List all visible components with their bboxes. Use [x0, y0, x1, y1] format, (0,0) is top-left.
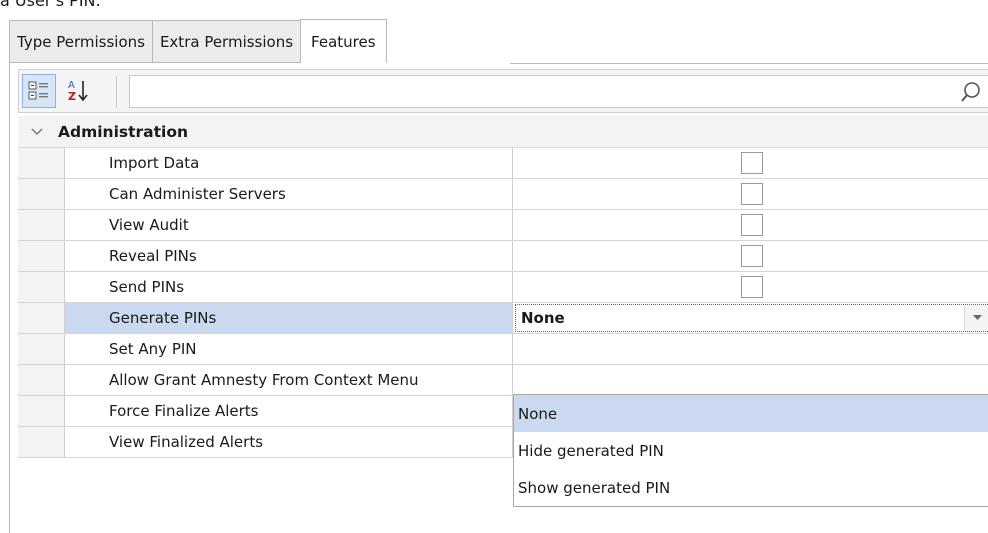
row-gutter	[18, 272, 65, 302]
tab-extra-permissions[interactable]: Extra Permissions	[151, 20, 301, 63]
property-name: Generate PINs	[65, 303, 513, 333]
row-gutter	[18, 303, 65, 333]
property-row-generate-pins[interactable]: Generate PINs None	[18, 303, 988, 334]
tab-baseline	[510, 63, 988, 64]
property-value	[513, 334, 988, 364]
svg-text:Z: Z	[68, 90, 76, 103]
property-value: None	[513, 303, 988, 333]
send-pins-checkbox[interactable]	[740, 276, 763, 298]
property-value	[513, 241, 988, 271]
property-grid-toolbar: A Z	[18, 69, 988, 113]
can-administer-servers-checkbox[interactable]	[740, 183, 763, 205]
row-gutter	[18, 427, 65, 457]
category-row-administration[interactable]: Administration	[18, 116, 988, 148]
generate-pins-combobox[interactable]: None	[515, 304, 988, 332]
row-gutter	[18, 210, 65, 240]
categorized-view-icon	[28, 81, 48, 100]
tab-label: Extra Permissions	[159, 32, 294, 51]
view-audit-checkbox[interactable]	[740, 214, 763, 236]
property-row-send-pins[interactable]: Send PINs	[18, 272, 988, 303]
row-gutter	[18, 396, 65, 426]
import-data-checkbox[interactable]	[740, 152, 763, 174]
category-label: Administration	[58, 122, 189, 141]
row-gutter	[18, 334, 65, 364]
combo-value: None	[521, 309, 565, 327]
chevron-down-icon[interactable]	[26, 121, 48, 143]
property-value	[513, 179, 988, 209]
property-value	[513, 148, 988, 178]
tab-label: Features	[311, 32, 376, 51]
search-box[interactable]	[129, 75, 988, 108]
row-gutter	[18, 179, 65, 209]
sort-alphabetical-icon: A Z	[68, 80, 88, 103]
search-input[interactable]	[130, 76, 942, 106]
property-row-set-any-pin[interactable]: Set Any PIN	[18, 334, 988, 365]
property-row-allow-grant-amnesty[interactable]: Allow Grant Amnesty From Context Menu	[18, 365, 988, 396]
tab-type-permissions[interactable]: Type Permissions	[9, 20, 152, 63]
property-row-can-administer-servers[interactable]: Can Administer Servers	[18, 179, 988, 210]
row-gutter	[18, 241, 65, 271]
panel-border	[9, 63, 10, 533]
dropdown-option-show-generated-pin[interactable]: Show generated PIN	[514, 469, 988, 506]
tab-label: Type Permissions	[17, 32, 145, 51]
categorized-view-button[interactable]	[22, 74, 56, 108]
property-name: View Finalized Alerts	[65, 427, 513, 457]
row-gutter	[18, 148, 65, 178]
dropdown-option-hide-generated-pin[interactable]: Hide generated PIN	[514, 432, 988, 469]
magnifier-icon[interactable]	[960, 80, 984, 104]
property-name: Can Administer Servers	[65, 179, 513, 209]
property-row-import-data[interactable]: Import Data	[18, 148, 988, 179]
property-name: Send PINs	[65, 272, 513, 302]
dropdown-arrow-icon[interactable]	[964, 305, 988, 331]
property-name: Import Data	[65, 148, 513, 178]
dropdown-option-none[interactable]: None	[514, 395, 988, 432]
tab-strip: Type Permissions Extra Permissions Featu…	[9, 19, 387, 63]
property-name: Allow Grant Amnesty From Context Menu	[65, 365, 513, 395]
tab-features[interactable]: Features	[300, 19, 387, 63]
generate-pins-dropdown-list: None Hide generated PIN Show generated P…	[513, 394, 988, 507]
reveal-pins-checkbox[interactable]	[740, 245, 763, 267]
property-name: Set Any PIN	[65, 334, 513, 364]
property-value	[513, 272, 988, 302]
sort-alphabetical-button[interactable]: A Z	[61, 74, 95, 108]
property-row-view-audit[interactable]: View Audit	[18, 210, 988, 241]
property-name: View Audit	[65, 210, 513, 240]
property-name: Force Finalize Alerts	[65, 396, 513, 426]
row-gutter	[18, 365, 65, 395]
caption-fragment: a User's PIN:	[0, 0, 101, 10]
toolbar-separator	[116, 76, 117, 108]
property-row-reveal-pins[interactable]: Reveal PINs	[18, 241, 988, 272]
property-value	[513, 365, 988, 395]
property-name: Reveal PINs	[65, 241, 513, 271]
property-value	[513, 210, 988, 240]
